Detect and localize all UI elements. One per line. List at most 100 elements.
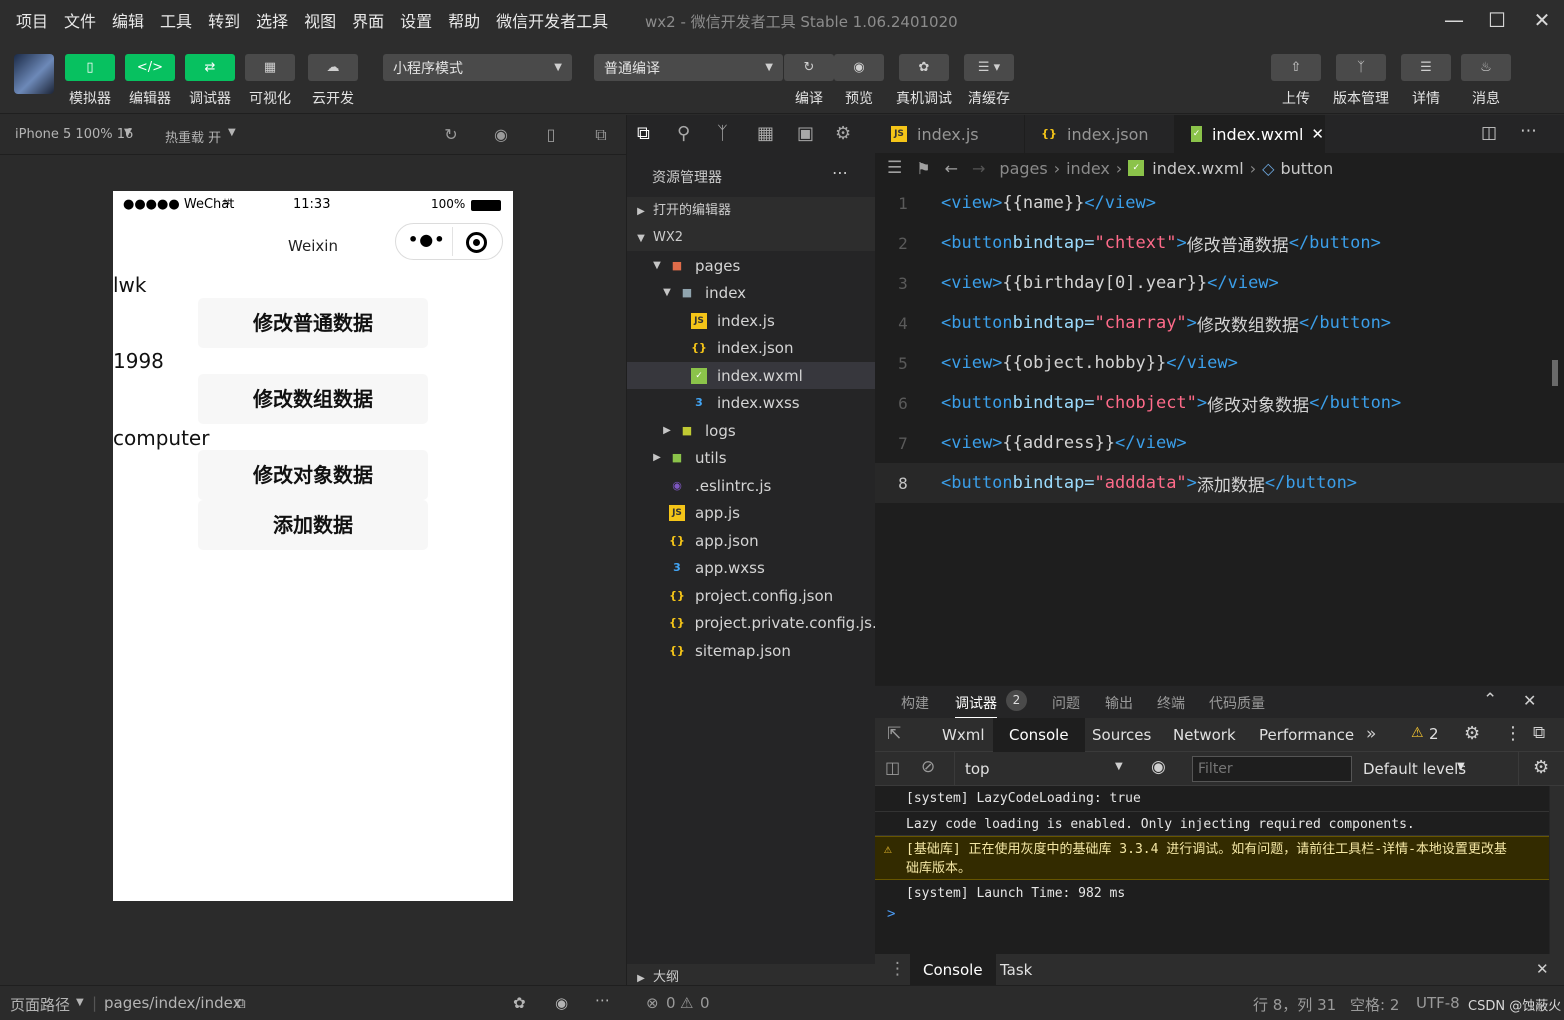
menu-project[interactable]: 项目 — [8, 8, 56, 32]
file-encoding[interactable]: UTF-8 — [1416, 994, 1460, 1012]
code-line[interactable]: 1 <view> {{name}} </view> — [875, 183, 1564, 223]
warning-count[interactable]: 2 — [1429, 725, 1439, 743]
mode-select[interactable]: 小程序模式 ▼ — [383, 54, 572, 81]
menu-file[interactable]: 文件 — [56, 8, 104, 32]
tree-item-app-json[interactable]: {} app.json — [627, 527, 876, 554]
hot-reload-toggle[interactable]: 热重载 开 — [165, 127, 221, 146]
tab-network[interactable]: Network — [1157, 718, 1252, 752]
code-line[interactable]: 4 <button bindtap= "charray" > 修改数组数据 </butto… — [875, 303, 1564, 343]
menu-help[interactable]: 帮助 — [440, 8, 488, 32]
change-object-button[interactable]: 修改对象数据 — [198, 450, 428, 500]
code-line[interactable]: 6 <button bindtap= "chobject" > 修改对象数据 </butt… — [875, 383, 1564, 423]
preview-button[interactable]: ◉ — [834, 54, 884, 81]
tab-console[interactable]: Console — [993, 718, 1085, 752]
tree-item-eslintrc[interactable]: ◉ .eslintrc.js — [627, 472, 876, 499]
tree-item-logs[interactable]: ▶ ■ logs — [627, 417, 876, 444]
tab-sources[interactable]: Sources — [1076, 718, 1167, 752]
drawer-tab-task[interactable]: Task — [1000, 961, 1032, 979]
maximize-icon[interactable]: ☐ — [1483, 6, 1511, 34]
dock-icon[interactable]: ⧉ — [1533, 723, 1545, 743]
tree-item-project-private-config[interactable]: {} project.private.config.js... — [627, 609, 886, 636]
code-line[interactable]: 5 <view> {{object.hobby}} </view> — [875, 343, 1564, 383]
menu-goto[interactable]: 转到 — [200, 8, 248, 32]
tab-build[interactable]: 构建 — [901, 693, 929, 713]
indent-spaces[interactable]: 空格: 2 — [1350, 994, 1399, 1015]
tree-item-project-config[interactable]: {} project.config.json — [627, 582, 876, 609]
code-line[interactable]: 8 <button bindtap= "adddata" > 添加数据 </button> — [875, 463, 1564, 503]
gear-icon[interactable]: ⚙ — [1533, 757, 1549, 778]
tab-code-quality[interactable]: 代码质量 — [1209, 693, 1265, 713]
console-prompt[interactable]: > — [887, 906, 895, 922]
tree-item-index-folder[interactable]: ▼ ■ index — [627, 279, 876, 306]
tab-index-json[interactable]: {} index.json — [1025, 115, 1175, 153]
tree-item-index-js[interactable]: JS index.js — [627, 307, 876, 334]
breadcrumb-element[interactable]: button — [1280, 159, 1333, 178]
sidebar-toggle-icon[interactable]: ◫ — [885, 758, 900, 777]
copy-icon[interactable]: ⧉ — [235, 994, 246, 1012]
tree-item-index-wxss[interactable]: 3 index.wxss — [627, 389, 876, 416]
chevron-up-icon[interactable]: ⌃ — [1483, 690, 1497, 710]
breadcrumb-index[interactable]: index — [1066, 159, 1110, 178]
storage-icon[interactable]: ▣ — [797, 123, 814, 144]
files-icon[interactable]: ⧉ — [637, 123, 650, 144]
tree-item-app-wxss[interactable]: 3 app.wxss — [627, 554, 876, 581]
add-data-button[interactable]: 添加数据 — [198, 500, 428, 550]
tree-item-pages[interactable]: ▼ ■ pages — [627, 252, 876, 279]
clear-cache-button[interactable]: ☰ ▾ — [964, 54, 1014, 81]
more-tabs-icon[interactable]: » — [1366, 724, 1376, 744]
tree-item-utils[interactable]: ▶ ■ utils — [627, 444, 876, 471]
project-section[interactable]: ▼ WX2 — [627, 224, 876, 251]
kebab-icon[interactable]: ⋮ — [1504, 723, 1522, 744]
menu-edit[interactable]: 编辑 — [104, 8, 152, 32]
warning-count[interactable]: 0 — [700, 994, 710, 1012]
popout-icon[interactable]: ⧉ — [590, 124, 612, 146]
upload-button[interactable]: ⇧ — [1271, 54, 1321, 81]
rotate-icon[interactable]: ↻ — [440, 124, 462, 146]
menu-devtools[interactable]: 微信开发者工具 — [488, 8, 616, 32]
phone-icon[interactable]: ▯ — [540, 124, 562, 146]
branch-icon[interactable]: ᛉ — [717, 123, 728, 144]
details-button[interactable]: ☰ — [1401, 54, 1451, 81]
close-icon[interactable]: ✕ — [1536, 960, 1549, 978]
more-icon[interactable]: ⋯ — [595, 991, 610, 1009]
error-count[interactable]: 0 — [666, 994, 676, 1012]
menu-select[interactable]: 选择 — [248, 8, 296, 32]
tab-performance[interactable]: Performance — [1243, 718, 1370, 752]
tab-wxml[interactable]: Wxml — [926, 718, 1001, 752]
kebab-icon[interactable]: ⋮ — [889, 959, 906, 979]
close-icon[interactable]: ✕ — [1311, 125, 1324, 143]
visual-button[interactable]: ▦ — [245, 54, 295, 81]
console-scrollbar[interactable] — [1550, 786, 1564, 954]
tab-output[interactable]: 输出 — [1105, 693, 1133, 713]
menu-settings[interactable]: 设置 — [392, 8, 440, 32]
version-button[interactable]: ᛉ — [1336, 54, 1386, 81]
tab-problems[interactable]: 问题 — [1052, 693, 1080, 713]
bug-icon[interactable]: ✿ — [513, 994, 526, 1012]
device-select[interactable]: iPhone 5 100% 16 — [15, 127, 133, 142]
log-levels-select[interactable]: Default levels — [1363, 760, 1466, 778]
close-window-icon[interactable]: ✕ — [1528, 6, 1556, 34]
code-line[interactable]: 7 <view> {{address}} </view> — [875, 423, 1564, 463]
context-select[interactable]: top — [965, 760, 990, 778]
code-line[interactable]: 2 <button bindtap= "chtext" > 修改普通数据 </button… — [875, 223, 1564, 263]
forward-icon[interactable]: → — [972, 159, 985, 178]
tab-debugger[interactable]: 调试器 — [955, 693, 997, 719]
change-array-button[interactable]: 修改数组数据 — [198, 374, 428, 424]
split-editor-icon[interactable]: ◫ — [1481, 123, 1497, 143]
clear-console-icon[interactable]: ⊘ — [921, 757, 935, 777]
more-icon[interactable]: ⋯ — [832, 163, 862, 182]
change-text-button[interactable]: 修改普通数据 — [198, 298, 428, 348]
tree-item-app-js[interactable]: JS app.js — [627, 499, 876, 526]
avatar[interactable] — [14, 54, 54, 94]
tree-item-sitemap[interactable]: {} sitemap.json — [627, 637, 876, 664]
tree-item-index-json[interactable]: {} index.json — [627, 334, 876, 361]
menu-interface[interactable]: 界面 — [344, 8, 392, 32]
extensions-icon[interactable]: ▦ — [757, 123, 774, 144]
cursor-position[interactable]: 行 8，列 31 — [1253, 994, 1336, 1015]
breadcrumb-file[interactable]: index.wxml — [1152, 159, 1243, 178]
eye-icon[interactable]: ◉ — [1151, 757, 1166, 777]
tab-index-js[interactable]: JS index.js — [875, 115, 1025, 153]
tab-terminal[interactable]: 终端 — [1157, 693, 1185, 713]
stop-icon[interactable]: ◉ — [490, 124, 512, 146]
compile-button[interactable]: ↻ — [784, 54, 834, 81]
